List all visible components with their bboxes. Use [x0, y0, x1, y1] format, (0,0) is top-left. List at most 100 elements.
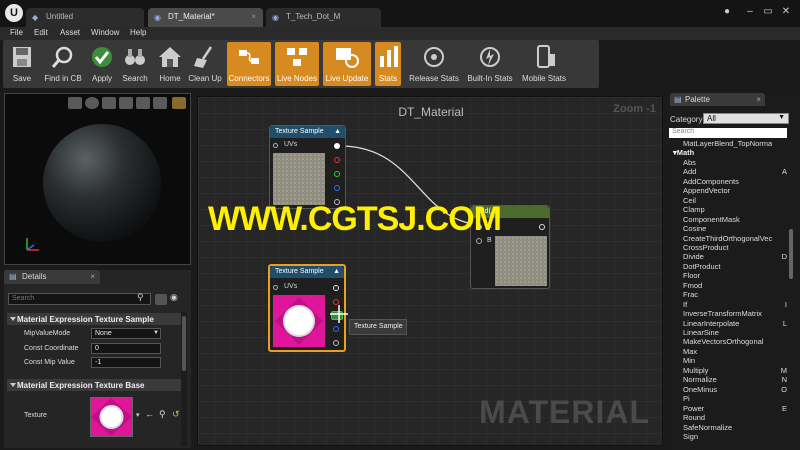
mesh-preview-icon[interactable]: [136, 97, 150, 109]
mobile-stats-button[interactable]: Mobile Stats: [521, 42, 567, 86]
texture-thumbnail[interactable]: [90, 397, 133, 437]
connectors-toggle[interactable]: Connectors: [227, 42, 271, 86]
b-output-pin[interactable]: [334, 185, 340, 191]
menu-edit[interactable]: Edit: [34, 28, 48, 37]
details-scrollbar[interactable]: [181, 312, 187, 446]
palette-item[interactable]: AppendVector: [683, 186, 788, 195]
const-mip-value-input[interactable]: -1: [91, 357, 161, 368]
cube-preview-icon[interactable]: [119, 97, 133, 109]
palette-item[interactable]: Floor: [683, 271, 788, 280]
collapse-arrow-icon[interactable]: ▲: [334, 128, 341, 135]
tab-details[interactable]: ▤ Details ×: [4, 270, 100, 284]
sphere-preview-icon[interactable]: [85, 97, 99, 109]
section-texture-sample[interactable]: Material Expression Texture Sample: [7, 313, 183, 325]
collapse-arrow-icon[interactable]: ▲: [333, 268, 340, 275]
category-select[interactable]: All ▼: [703, 113, 789, 124]
save-button[interactable]: Save: [7, 42, 37, 86]
palette-item[interactable]: Multiply M: [683, 366, 788, 375]
grid-view-icon[interactable]: [155, 294, 167, 305]
palette-item[interactable]: MakeVectorsOrthogonal: [683, 337, 788, 346]
palette-item[interactable]: CreateThirdOrthogonalVec: [683, 234, 788, 243]
menu-file[interactable]: File: [10, 28, 23, 37]
rgb-output-pin[interactable]: [334, 143, 340, 149]
close-icon[interactable]: ×: [251, 12, 256, 21]
tab-dt-material[interactable]: ◉ DT_Material* ×: [148, 8, 263, 27]
uvs-input-pin[interactable]: [273, 285, 278, 290]
palette-item[interactable]: Power E: [683, 404, 788, 413]
palette-item[interactable]: SafeNormalize: [683, 423, 788, 432]
palette-item[interactable]: MatLayerBlend_TopNorma: [683, 139, 788, 148]
search-button[interactable]: Search: [120, 42, 150, 86]
palette-item[interactable]: InverseTransformMatrix: [683, 309, 788, 318]
a-output-pin[interactable]: [333, 340, 339, 346]
r-output-pin[interactable]: [334, 157, 340, 163]
menu-asset[interactable]: Asset: [60, 28, 80, 37]
palette-category-math[interactable]: ▾Math: [673, 148, 694, 157]
uvs-input-pin[interactable]: [273, 143, 278, 148]
close-icon[interactable]: ×: [90, 272, 95, 281]
close-icon[interactable]: ×: [756, 95, 761, 104]
palette-item[interactable]: Clamp: [683, 205, 788, 214]
palette-search-input[interactable]: Search: [669, 128, 787, 138]
live-update-toggle[interactable]: Live Update: [323, 42, 371, 86]
palette-item[interactable]: AddComponents: [683, 177, 788, 186]
release-stats-button[interactable]: Release Stats: [409, 42, 459, 86]
palette-item[interactable]: LinearInterpolate L: [683, 319, 788, 328]
rgb-output-pin[interactable]: [333, 285, 339, 291]
details-search-input[interactable]: Search: [8, 293, 151, 305]
palette-item[interactable]: LinearSine: [683, 328, 788, 337]
palette-item[interactable]: ComponentMask: [683, 215, 788, 224]
palette-item[interactable]: Normalize N: [683, 375, 788, 384]
material-graph[interactable]: DT_Material Zoom -1 MATERIAL Texture Sam…: [197, 96, 663, 446]
chevron-down-icon[interactable]: ▾: [136, 411, 140, 419]
output-pin[interactable]: [539, 224, 545, 230]
g-output-pin[interactable]: [334, 171, 340, 177]
palette-item[interactable]: Frac: [683, 290, 788, 299]
palette-item[interactable]: If I: [683, 300, 788, 309]
home-button[interactable]: Home: [155, 42, 185, 86]
palette-item[interactable]: OneMinus O: [683, 385, 788, 394]
stats-toggle[interactable]: Stats: [375, 42, 401, 86]
menu-help[interactable]: Help: [130, 28, 146, 37]
find-in-cb-button[interactable]: Find in CB: [42, 42, 84, 86]
scroll-thumb[interactable]: [182, 316, 186, 371]
palette-item[interactable]: DotProduct: [683, 262, 788, 271]
palette-item[interactable]: Divide D: [683, 252, 788, 261]
realtime-toggle-icon[interactable]: [172, 97, 186, 109]
builtin-stats-button[interactable]: Built-In Stats: [465, 42, 515, 86]
browse-search-icon[interactable]: ⚲: [159, 409, 166, 420]
const-coordinate-input[interactable]: 0: [91, 343, 161, 354]
clean-up-button[interactable]: Clean Up: [188, 42, 222, 86]
palette-item[interactable]: CrossProduct: [683, 243, 788, 252]
palette-item[interactable]: Pi: [683, 394, 788, 403]
maximize-icon[interactable]: ▭: [761, 6, 775, 17]
section-texture-base[interactable]: Material Expression Texture Base: [7, 379, 183, 391]
eye-icon[interactable]: ◉: [170, 292, 182, 303]
use-selected-arrow-icon[interactable]: ←: [145, 409, 154, 419]
tab-untitled[interactable]: ◆ Untitled: [26, 8, 144, 27]
texture-sample-node-1[interactable]: Texture Sample ▲ UVs: [269, 125, 346, 209]
palette-item[interactable]: Min: [683, 356, 788, 365]
palette-item[interactable]: Fmod: [683, 281, 788, 290]
help-icon[interactable]: ●: [720, 6, 734, 17]
palette-item[interactable]: Ceil: [683, 196, 788, 205]
palette-item[interactable]: Sign: [683, 432, 788, 441]
tab-palette[interactable]: ▤ Palette ×: [670, 93, 765, 106]
scroll-thumb[interactable]: [789, 229, 793, 279]
palette-scrollbar[interactable]: [788, 129, 794, 449]
palette-item[interactable]: Abs: [683, 158, 788, 167]
mip-value-mode-select[interactable]: None: [91, 328, 161, 339]
plane-preview-icon[interactable]: [102, 97, 116, 109]
reset-arrow-icon[interactable]: ↺: [172, 409, 180, 420]
minimize-icon[interactable]: –: [743, 6, 757, 17]
tab-t-tech-dot-m[interactable]: ◉ T_Tech_Dot_M: [266, 8, 381, 27]
close-window-icon[interactable]: ✕: [779, 6, 793, 17]
grid-toggle-icon[interactable]: [153, 97, 167, 109]
preview-viewport[interactable]: [4, 93, 191, 265]
palette-item[interactable]: Cosine: [683, 224, 788, 233]
live-nodes-toggle[interactable]: Live Nodes: [275, 42, 319, 86]
b-output-pin[interactable]: [333, 326, 339, 332]
cylinder-preview-icon[interactable]: [68, 97, 82, 109]
palette-item[interactable]: Round: [683, 413, 788, 422]
menu-window[interactable]: Window: [91, 28, 119, 37]
